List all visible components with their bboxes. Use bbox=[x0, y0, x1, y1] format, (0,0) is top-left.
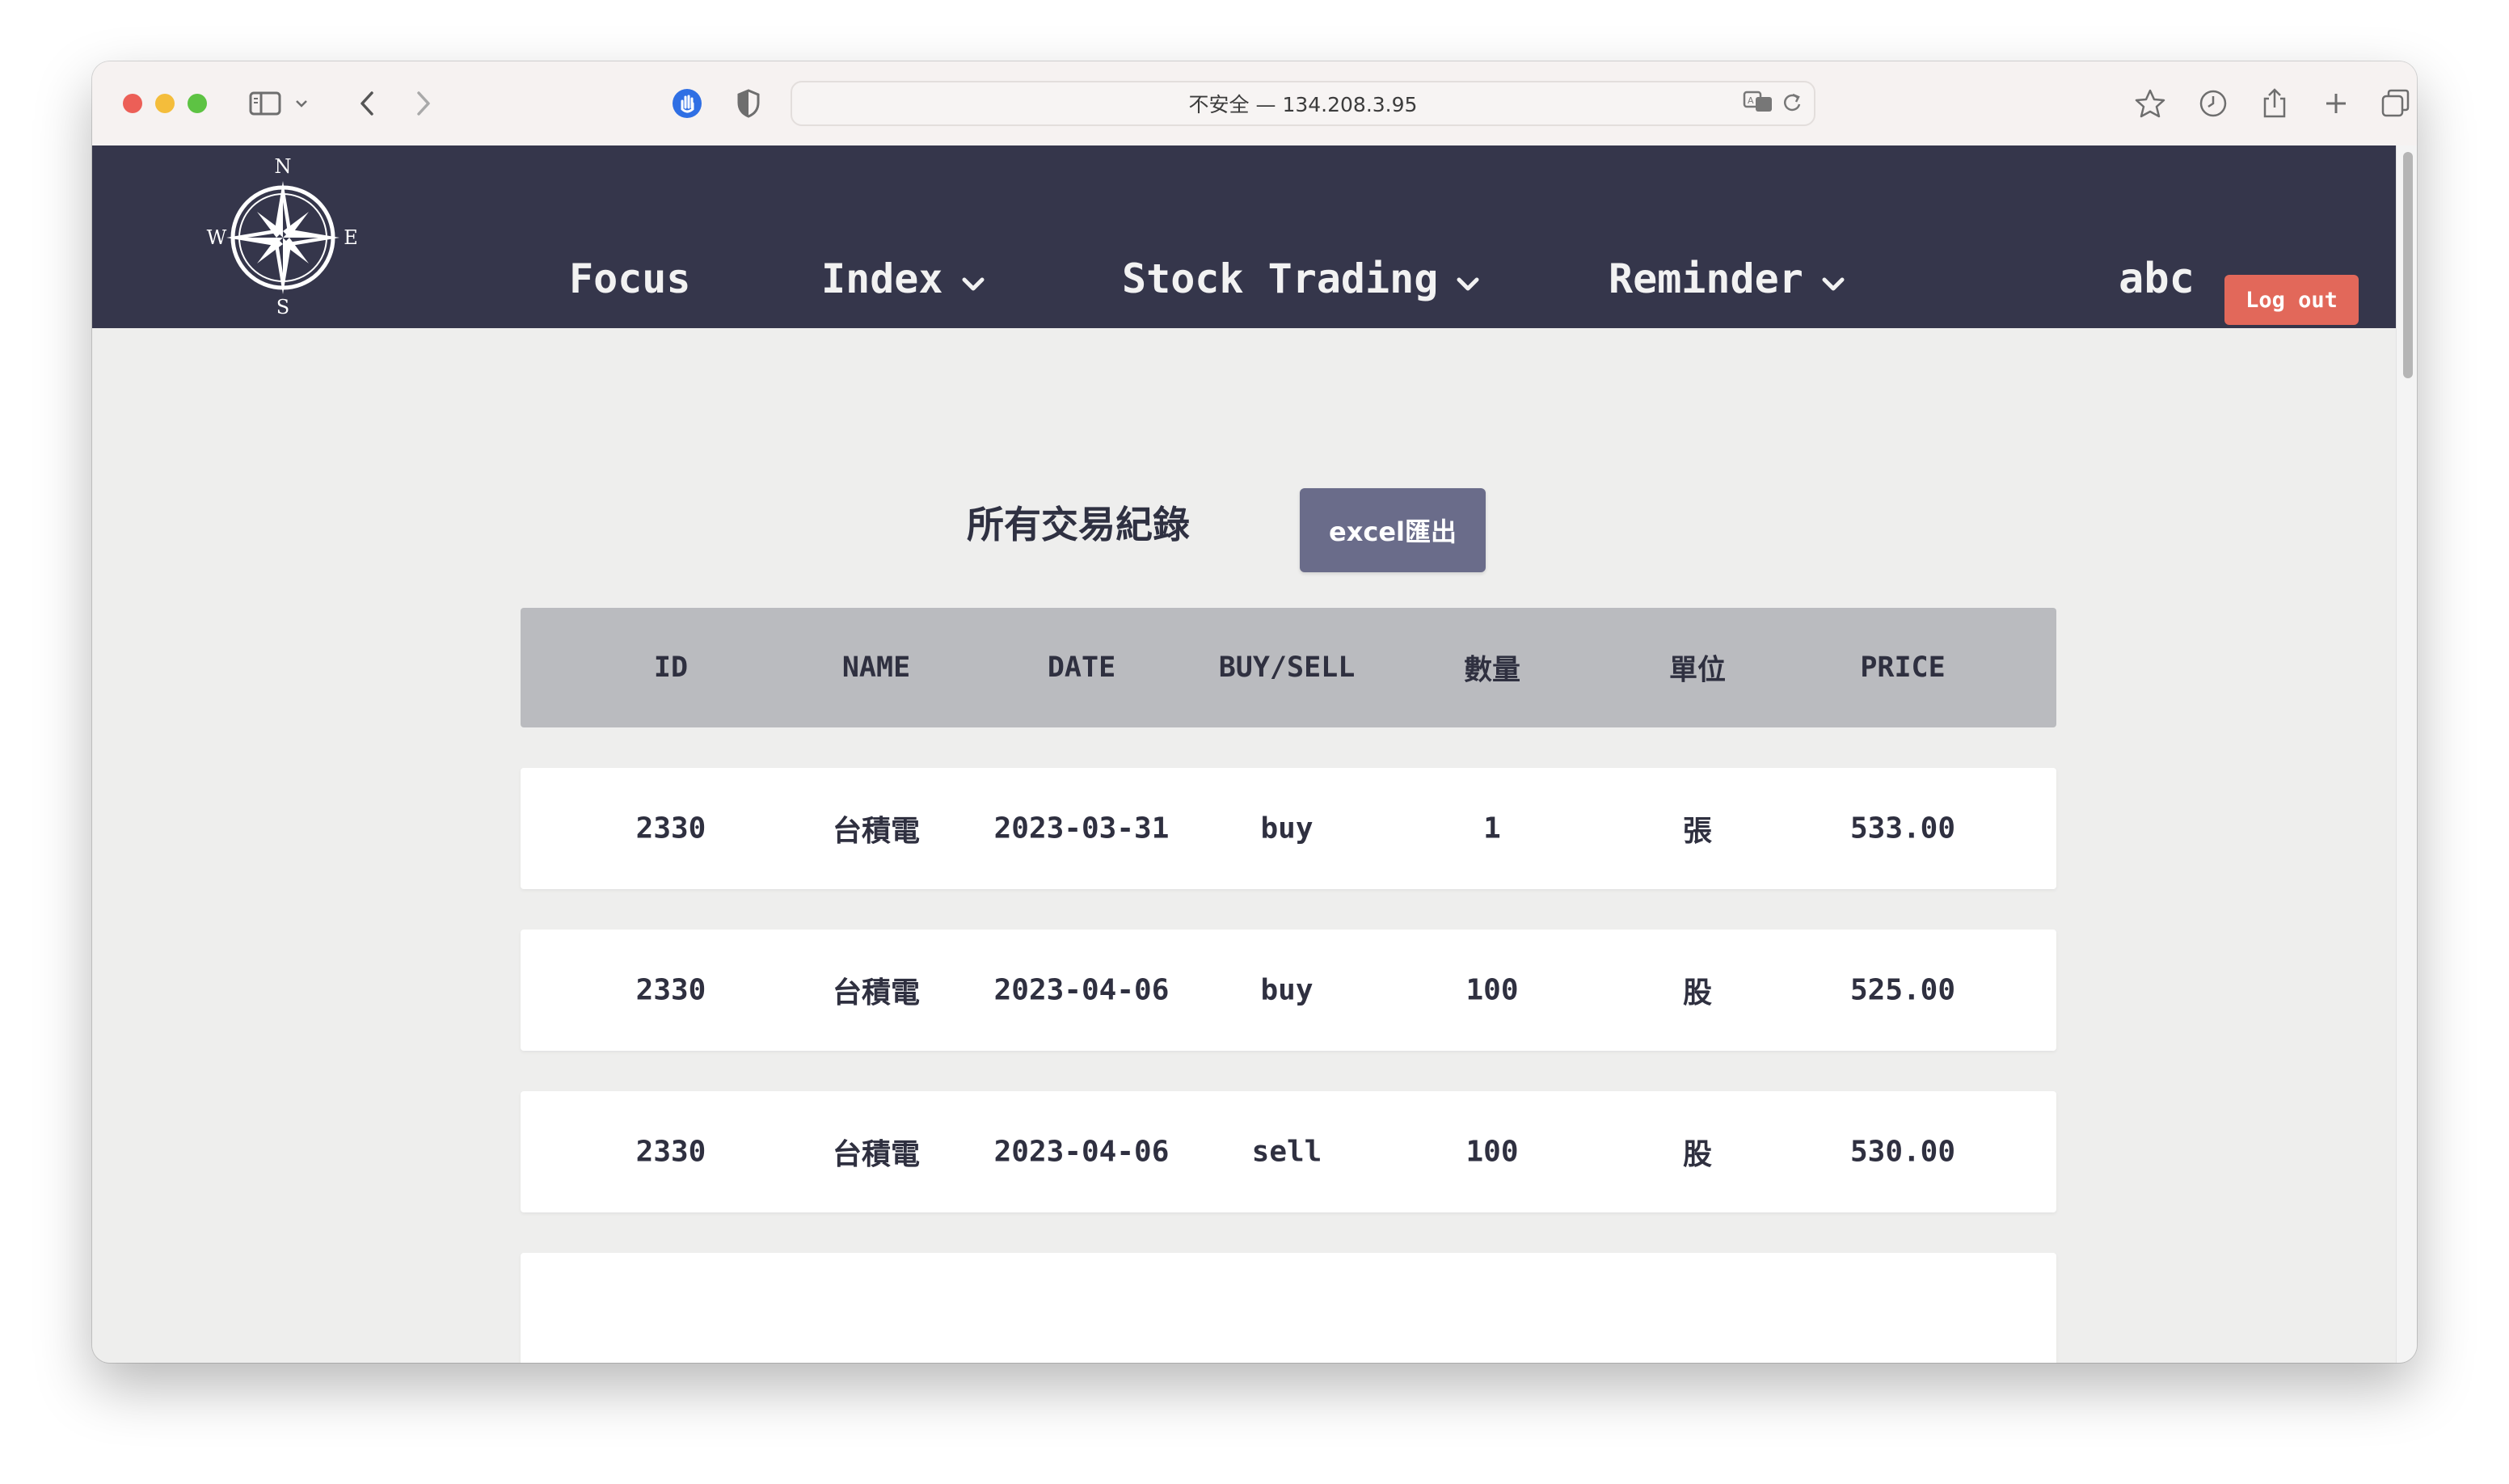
nav-reminder-label: Reminder bbox=[1609, 255, 1803, 302]
nav-stock-trading[interactable]: Stock Trading bbox=[1122, 255, 1480, 302]
table-cell: 台積電 bbox=[832, 815, 921, 848]
table-cell: 1 bbox=[1483, 812, 1501, 845]
history-clock-icon[interactable] bbox=[2194, 84, 2233, 123]
table-cell: buy bbox=[1260, 812, 1314, 845]
logo-letter-s: S bbox=[276, 296, 289, 318]
table-cell: 2023-04-06 bbox=[993, 973, 1170, 1007]
column-header: DATE bbox=[1047, 651, 1116, 684]
logout-button[interactable]: Log out bbox=[2224, 275, 2359, 325]
logo-letter-w: W bbox=[207, 226, 227, 249]
scrollbar-thumb[interactable] bbox=[2403, 152, 2413, 378]
table-header: ID NAME DATE BUY/SELL 數量 單位 PRICE bbox=[521, 608, 2056, 727]
logo-letter-e: E bbox=[344, 226, 358, 249]
table-cell: 股 bbox=[1682, 976, 1713, 1010]
excel-export-button[interactable]: excel匯出 bbox=[1300, 488, 1486, 572]
table-cell: 台積電 bbox=[832, 976, 921, 1010]
page-title: 所有交易紀錄 bbox=[967, 503, 1190, 546]
nav-index[interactable]: Index bbox=[821, 255, 985, 302]
nav-focus[interactable]: Focus bbox=[569, 255, 691, 302]
nav-reminder[interactable]: Reminder bbox=[1609, 255, 1845, 302]
table-row: 2330 台積電 2023-04-06 buy 100 股 525.00 bbox=[521, 930, 2056, 1051]
table-cell: 530.00 bbox=[1849, 1135, 1956, 1169]
column-header: PRICE bbox=[1860, 651, 1946, 684]
main-content: 所有交易紀錄 excel匯出 ID NAME DATE BUY/SELL 數量 … bbox=[92, 328, 2396, 1363]
svg-text:A: A bbox=[1748, 95, 1754, 106]
transactions-table: ID NAME DATE BUY/SELL 數量 單位 PRICE 2330 台… bbox=[521, 608, 2056, 1363]
compass-logo[interactable]: N S E W bbox=[204, 154, 362, 318]
nav-stock-trading-label: Stock Trading bbox=[1122, 255, 1439, 302]
table-row-partial bbox=[521, 1253, 2056, 1363]
back-arrow-icon[interactable] bbox=[348, 84, 386, 123]
close-window-button[interactable] bbox=[123, 94, 142, 113]
column-header: 單位 bbox=[1668, 654, 1727, 687]
minimize-window-button[interactable] bbox=[155, 94, 175, 113]
table-cell: 100 bbox=[1465, 1135, 1519, 1169]
nav-focus-label: Focus bbox=[569, 255, 691, 302]
new-tab-plus-icon[interactable] bbox=[2317, 84, 2355, 123]
table-cell: 2023-04-06 bbox=[993, 1135, 1170, 1169]
browser-window: 不安全 — 134.208.3.95 A N S E W Focus Index… bbox=[92, 61, 2417, 1363]
table-cell: sell bbox=[1251, 1135, 1322, 1169]
username[interactable]: abc bbox=[2119, 255, 2195, 303]
column-header: BUY/SELL bbox=[1218, 651, 1356, 684]
table-cell: buy bbox=[1260, 973, 1314, 1007]
column-header: NAME bbox=[841, 651, 911, 684]
address-bar[interactable]: 不安全 — 134.208.3.95 A bbox=[791, 81, 1815, 126]
logo-letter-n: N bbox=[275, 155, 292, 178]
page-scrollbar[interactable] bbox=[2396, 145, 2417, 1363]
table-cell: 2023-03-31 bbox=[993, 812, 1170, 845]
sidebar-toggle-icon[interactable] bbox=[246, 84, 285, 123]
table-row: 2330 台積電 2023-03-31 buy 1 張 533.00 bbox=[521, 768, 2056, 889]
browser-toolbar: 不安全 — 134.208.3.95 A bbox=[92, 61, 2417, 146]
column-header: ID bbox=[653, 651, 689, 684]
column-header: 數量 bbox=[1463, 654, 1521, 687]
chevron-down-icon bbox=[1456, 255, 1480, 302]
maximize-window-button[interactable] bbox=[188, 94, 207, 113]
chevron-down-icon bbox=[1821, 255, 1845, 302]
table-row: 2330 台積電 2023-04-06 sell 100 股 530.00 bbox=[521, 1091, 2056, 1212]
table-cell: 股 bbox=[1682, 1138, 1713, 1171]
table-cell: 2330 bbox=[635, 1135, 706, 1169]
table-cell: 100 bbox=[1465, 973, 1519, 1007]
hand-extension-icon[interactable] bbox=[668, 84, 706, 123]
bookmark-star-icon[interactable] bbox=[2131, 84, 2170, 123]
reload-icon[interactable] bbox=[1782, 90, 1803, 117]
chevron-down-icon bbox=[961, 255, 985, 302]
nav-index-label: Index bbox=[821, 255, 943, 302]
table-cell: 2330 bbox=[635, 973, 706, 1007]
site-navbar: N S E W Focus Index Stock Trading Remind… bbox=[92, 145, 2396, 328]
table-cell: 台積電 bbox=[832, 1138, 921, 1171]
share-icon[interactable] bbox=[2255, 84, 2294, 123]
table-cell: 525.00 bbox=[1849, 973, 1956, 1007]
page: 不安全 — 134.208.3.95 A N S E W Focus Index… bbox=[0, 0, 2509, 1484]
table-cell: 2330 bbox=[635, 812, 706, 845]
chevron-down-icon[interactable] bbox=[289, 84, 314, 123]
tab-overview-icon[interactable] bbox=[2376, 84, 2415, 123]
translate-icon[interactable]: A bbox=[1743, 90, 1773, 117]
shield-icon[interactable] bbox=[729, 84, 768, 123]
forward-arrow-icon[interactable] bbox=[404, 84, 443, 123]
table-cell: 533.00 bbox=[1849, 812, 1956, 845]
url-text: 不安全 — 134.208.3.95 bbox=[1188, 93, 1418, 116]
table-cell: 張 bbox=[1682, 815, 1713, 848]
